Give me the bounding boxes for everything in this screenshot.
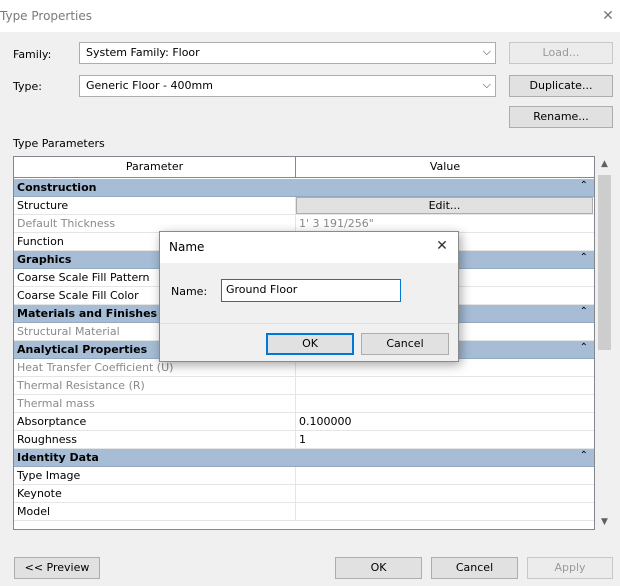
collapse-icon[interactable]: ⌃ — [580, 342, 588, 353]
parameter-name: Roughness — [17, 433, 78, 446]
edit-structure-button[interactable]: Edit... — [296, 197, 593, 214]
cell-divider — [295, 503, 296, 521]
chevron-down-icon: ⌵ — [482, 78, 491, 91]
collapse-icon[interactable]: ⌃ — [580, 252, 588, 263]
name-input[interactable]: Ground Floor — [221, 279, 401, 302]
close-icon[interactable]: ✕ — [598, 6, 618, 26]
dialog-footer: OK Cancel — [160, 323, 458, 361]
family-dropdown[interactable]: System Family: Floor ⌵ — [79, 42, 496, 64]
preview-button[interactable]: << Preview — [14, 557, 100, 579]
cell-divider — [295, 431, 296, 449]
parameter-name: Model — [17, 505, 51, 518]
name-field-label: Name: — [171, 285, 208, 298]
close-icon[interactable]: ✕ — [432, 236, 452, 256]
table-row[interactable]: Type Image — [14, 467, 594, 485]
parameter-name: Keynote — [17, 487, 62, 500]
table-row[interactable]: Model — [14, 503, 594, 521]
table-row[interactable]: Roughness 1 — [14, 431, 594, 449]
group-header[interactable]: Identity Data ⌃ — [14, 449, 594, 467]
parameter-name: Structure — [17, 199, 69, 212]
type-label: Type: — [13, 80, 42, 93]
rename-button[interactable]: Rename... — [509, 106, 613, 128]
grid-header: Parameter Value — [14, 157, 594, 178]
collapse-icon[interactable]: ⌃ — [580, 450, 588, 461]
parameter-name: Heat Transfer Coefficient (U) — [17, 361, 174, 374]
parameter-name: Coarse Scale Fill Pattern — [17, 271, 150, 284]
collapse-icon[interactable]: ⌃ — [580, 180, 588, 191]
dialog-body: Name: Ground Floor — [160, 263, 458, 323]
dialog-title: Name — [169, 240, 205, 254]
type-value: Generic Floor - 400mm — [86, 79, 213, 92]
parameter-name: Thermal Resistance (R) — [17, 379, 145, 392]
group-label: Materials and Finishes — [17, 307, 158, 320]
table-row[interactable]: Keynote — [14, 485, 594, 503]
duplicate-button[interactable]: Duplicate... — [509, 75, 613, 97]
parameter-name: Type Image — [17, 469, 81, 482]
vertical-scrollbar[interactable]: ▲ ▼ — [596, 157, 613, 529]
family-value: System Family: Floor — [86, 46, 200, 59]
scroll-up-icon[interactable]: ▲ — [596, 159, 613, 169]
group-label: Graphics — [17, 253, 72, 266]
name-dialog: Name ✕ Name: Ground Floor OK Cancel — [159, 231, 459, 362]
chevron-down-icon: ⌵ — [482, 45, 491, 58]
collapse-icon[interactable]: ⌃ — [580, 306, 588, 317]
type-dropdown[interactable]: Generic Floor - 400mm ⌵ — [79, 75, 496, 97]
parameter-name: Default Thickness — [17, 217, 116, 230]
ok-button[interactable]: OK — [335, 557, 422, 579]
parameter-name: Function — [17, 235, 64, 248]
group-label: Analytical Properties — [17, 343, 148, 356]
group-label: Construction — [17, 181, 97, 194]
parameter-name: Absorptance — [17, 415, 87, 428]
parameter-value[interactable]: 1 — [299, 433, 306, 446]
window-title: Type Properties — [0, 9, 93, 23]
parameter-name: Structural Material — [17, 325, 120, 338]
parameter-name: Thermal mass — [17, 397, 95, 410]
scroll-down-icon[interactable]: ▼ — [596, 517, 613, 527]
family-label: Family: — [13, 48, 52, 61]
load-button[interactable]: Load... — [509, 42, 613, 64]
parameter-name: Coarse Scale Fill Color — [17, 289, 139, 302]
type-parameters-label: Type Parameters — [13, 137, 105, 150]
column-header-parameter[interactable]: Parameter — [14, 157, 296, 177]
apply-button[interactable]: Apply — [527, 557, 613, 579]
dialog-ok-button[interactable]: OK — [266, 333, 354, 355]
column-header-value[interactable]: Value — [296, 157, 594, 177]
cell-divider — [295, 467, 296, 485]
table-row[interactable]: Absorptance 0.100000 — [14, 413, 594, 431]
group-label: Identity Data — [17, 451, 99, 464]
cell-divider — [295, 395, 296, 413]
title-bar: Type Properties ✕ — [0, 0, 620, 32]
parameter-value[interactable]: 0.100000 — [299, 415, 352, 428]
parameter-value: 1' 3 191/256" — [299, 217, 374, 230]
group-header[interactable]: Construction ⌃ — [14, 179, 594, 197]
table-row[interactable]: Thermal Resistance (R) — [14, 377, 594, 395]
table-row[interactable]: Structure Edit... — [14, 197, 594, 215]
cell-divider — [295, 485, 296, 503]
scrollbar-thumb[interactable] — [598, 175, 611, 350]
dialog-cancel-button[interactable]: Cancel — [361, 333, 449, 355]
cell-divider — [295, 413, 296, 431]
cell-divider — [295, 377, 296, 395]
cancel-button[interactable]: Cancel — [431, 557, 518, 579]
table-row[interactable]: Thermal mass — [14, 395, 594, 413]
